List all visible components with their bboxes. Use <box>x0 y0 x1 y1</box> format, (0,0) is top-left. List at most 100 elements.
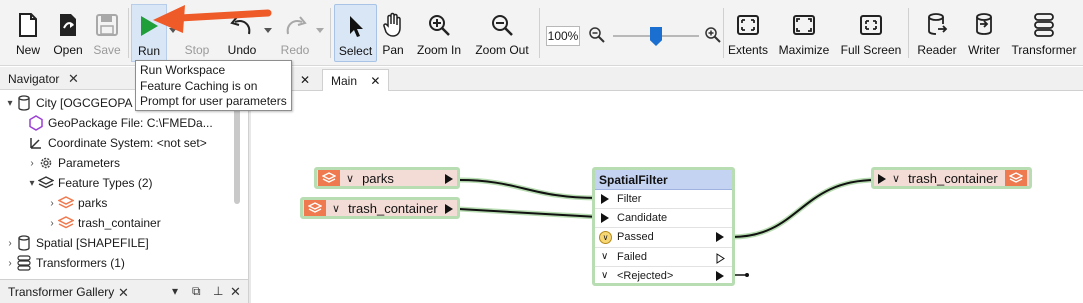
tab-main[interactable]: Main ✕ <box>322 69 390 91</box>
gallery-dock-close-icon[interactable]: ✕ <box>230 284 241 300</box>
output-port-icon[interactable] <box>445 204 453 214</box>
tree-item-spatial-writer[interactable]: › Spatial [SHAPEFILE] <box>4 233 149 253</box>
tooltip-line-run-workspace: Run Workspace <box>140 63 226 77</box>
zoom-in-button[interactable]: Zoom In <box>414 4 464 62</box>
dataset-icon <box>28 115 44 131</box>
port-rejected[interactable]: ∨ <Rejected> <box>595 267 732 283</box>
toolbar-separator <box>723 8 724 58</box>
collapse-icon[interactable]: ▾ <box>26 178 38 189</box>
tree-item-transformers[interactable]: › Transformers (1) <box>4 253 125 273</box>
writer-feature-type-trash-container[interactable]: ∨ trash_container <box>871 167 1032 189</box>
extents-button[interactable]: Extents <box>727 4 769 62</box>
feature-type-icon <box>304 200 326 216</box>
gallery-options-icon[interactable]: ▾ <box>172 284 178 298</box>
transformer-icon <box>16 255 32 271</box>
expand-icon[interactable]: › <box>4 238 16 249</box>
zoom-slider-plus-icon[interactable] <box>704 26 722 47</box>
gallery-float-icon[interactable]: ⧉ <box>192 284 201 299</box>
chevron-down-icon[interactable]: ∨ <box>601 267 608 283</box>
writer-icon <box>16 235 32 251</box>
reader-trash-label: trash_container <box>348 200 438 216</box>
feature-type-icon <box>1005 170 1027 186</box>
redo-dropdown-icon[interactable] <box>316 28 324 33</box>
navigator-tree: ▾ City [OGCGEOPA GeoPackage File: C:\FME… <box>0 90 248 278</box>
tree-item-feature-types[interactable]: ▾ Feature Types (2) <box>26 173 153 193</box>
gear-icon <box>38 155 54 171</box>
port-label: Filter <box>617 193 642 205</box>
expand-icon[interactable]: › <box>46 198 58 209</box>
transformer-icon <box>1029 10 1059 40</box>
tree-item-coordinate-system[interactable]: Coordinate System: <not set> <box>28 133 207 153</box>
tree-item-label: GeoPackage File: C:\FMEDa... <box>48 116 213 130</box>
chevron-down-icon[interactable]: ∨ <box>332 202 340 215</box>
tree-item-trash-container[interactable]: › trash_container <box>46 213 161 233</box>
zoom-out-button-label: Zoom Out <box>475 43 529 57</box>
select-button[interactable]: Select <box>334 4 377 62</box>
pan-button[interactable]: Pan <box>378 4 408 62</box>
tab-previous[interactable]: ✕ <box>292 69 318 91</box>
port-passed[interactable]: ∨ Passed <box>595 228 732 248</box>
zoom-level-field[interactable]: 100% <box>546 26 580 46</box>
input-port-icon[interactable] <box>878 174 886 184</box>
tree-item-parks[interactable]: › parks <box>46 193 107 213</box>
reader-button[interactable]: Reader <box>916 4 958 62</box>
pointer-icon <box>341 11 371 41</box>
toolbar-separator <box>908 8 909 58</box>
expand-icon[interactable]: › <box>46 218 58 229</box>
database-icon <box>16 95 32 111</box>
chevron-down-icon[interactable]: ∨ <box>346 172 354 185</box>
tab-close-icon[interactable]: ✕ <box>300 73 310 87</box>
writer-trash-label: trash_container <box>908 170 998 186</box>
tab-main-close-icon[interactable]: ✕ <box>370 74 380 88</box>
tree-item-label: trash_container <box>78 216 161 230</box>
layers-icon <box>38 175 54 191</box>
reader-button-label: Reader <box>917 43 957 57</box>
chevron-down-icon[interactable]: ∨ <box>892 172 900 185</box>
full-screen-button[interactable]: Full Screen <box>840 4 902 62</box>
expand-icon[interactable]: › <box>4 258 16 269</box>
transformer-button[interactable]: Transformer <box>1010 4 1078 62</box>
input-port-icon[interactable] <box>601 194 609 204</box>
output-port-icon[interactable] <box>445 174 453 184</box>
writer-button[interactable]: Writer <box>964 4 1004 62</box>
transformer-gallery-title: Transformer Gallery <box>8 285 115 299</box>
input-port-icon[interactable] <box>601 213 609 224</box>
tree-item-label: Parameters <box>58 156 121 170</box>
reader-feature-type-parks[interactable]: ∨ parks <box>314 167 460 189</box>
collapse-icon[interactable]: ▾ <box>4 98 16 109</box>
zoom-slider-minus-icon[interactable] <box>588 26 606 47</box>
tree-item-parameters[interactable]: › Parameters <box>26 153 120 173</box>
zoom-slider-thumb[interactable] <box>650 27 662 46</box>
run-tooltip: Run Workspace Feature Caching is on Prom… <box>135 60 292 111</box>
gallery-close-icon[interactable]: ✕ <box>118 285 129 301</box>
tree-item-label: Feature Types (2) <box>58 176 153 190</box>
output-port-icon[interactable] <box>716 270 724 281</box>
maximize-button[interactable]: Maximize <box>776 4 832 62</box>
zoom-in-button-label: Zoom In <box>416 43 461 57</box>
transformer-gallery-header: Transformer Gallery ✕ ▾ ⧉ ⊥ ✕ <box>0 279 248 303</box>
tooltip-line-feature-caching: Feature Caching is on <box>140 78 258 93</box>
port-filter[interactable]: Filter <box>595 190 732 210</box>
canvas-tab-bar: ✕ Main ✕ <box>252 67 1083 91</box>
cache-chevron-icon[interactable]: ∨ <box>599 231 612 245</box>
pan-button-label: Pan <box>382 43 404 57</box>
zoom-in-icon <box>424 10 454 40</box>
feature-type-icon <box>318 170 340 186</box>
toolbar-separator <box>539 8 540 58</box>
tree-item-label: parks <box>78 196 108 210</box>
tree-item-city-reader[interactable]: ▾ City [OGCGEOPA <box>4 93 132 113</box>
chevron-down-icon[interactable]: ∨ <box>601 248 608 266</box>
gallery-pin-icon[interactable]: ⊥ <box>213 284 223 298</box>
output-port-icon[interactable] <box>716 232 724 243</box>
expand-icon[interactable]: › <box>26 158 38 169</box>
navigator-close-icon[interactable]: ✕ <box>68 71 79 87</box>
select-button-label: Select <box>338 44 373 58</box>
zoom-out-icon <box>487 10 517 40</box>
port-failed[interactable]: ∨ Failed <box>595 248 732 267</box>
tree-item-geopackage-file[interactable]: GeoPackage File: C:\FMEDa... <box>28 113 213 133</box>
reader-feature-type-trash-container[interactable]: ∨ trash_container <box>300 197 460 219</box>
port-candidate[interactable]: Candidate <box>595 209 732 229</box>
spatialfilter-transformer[interactable]: SpatialFilter Filter Candidate ∨ Passed … <box>592 167 735 286</box>
zoom-out-button[interactable]: Zoom Out <box>472 4 532 62</box>
hand-icon <box>378 10 408 40</box>
